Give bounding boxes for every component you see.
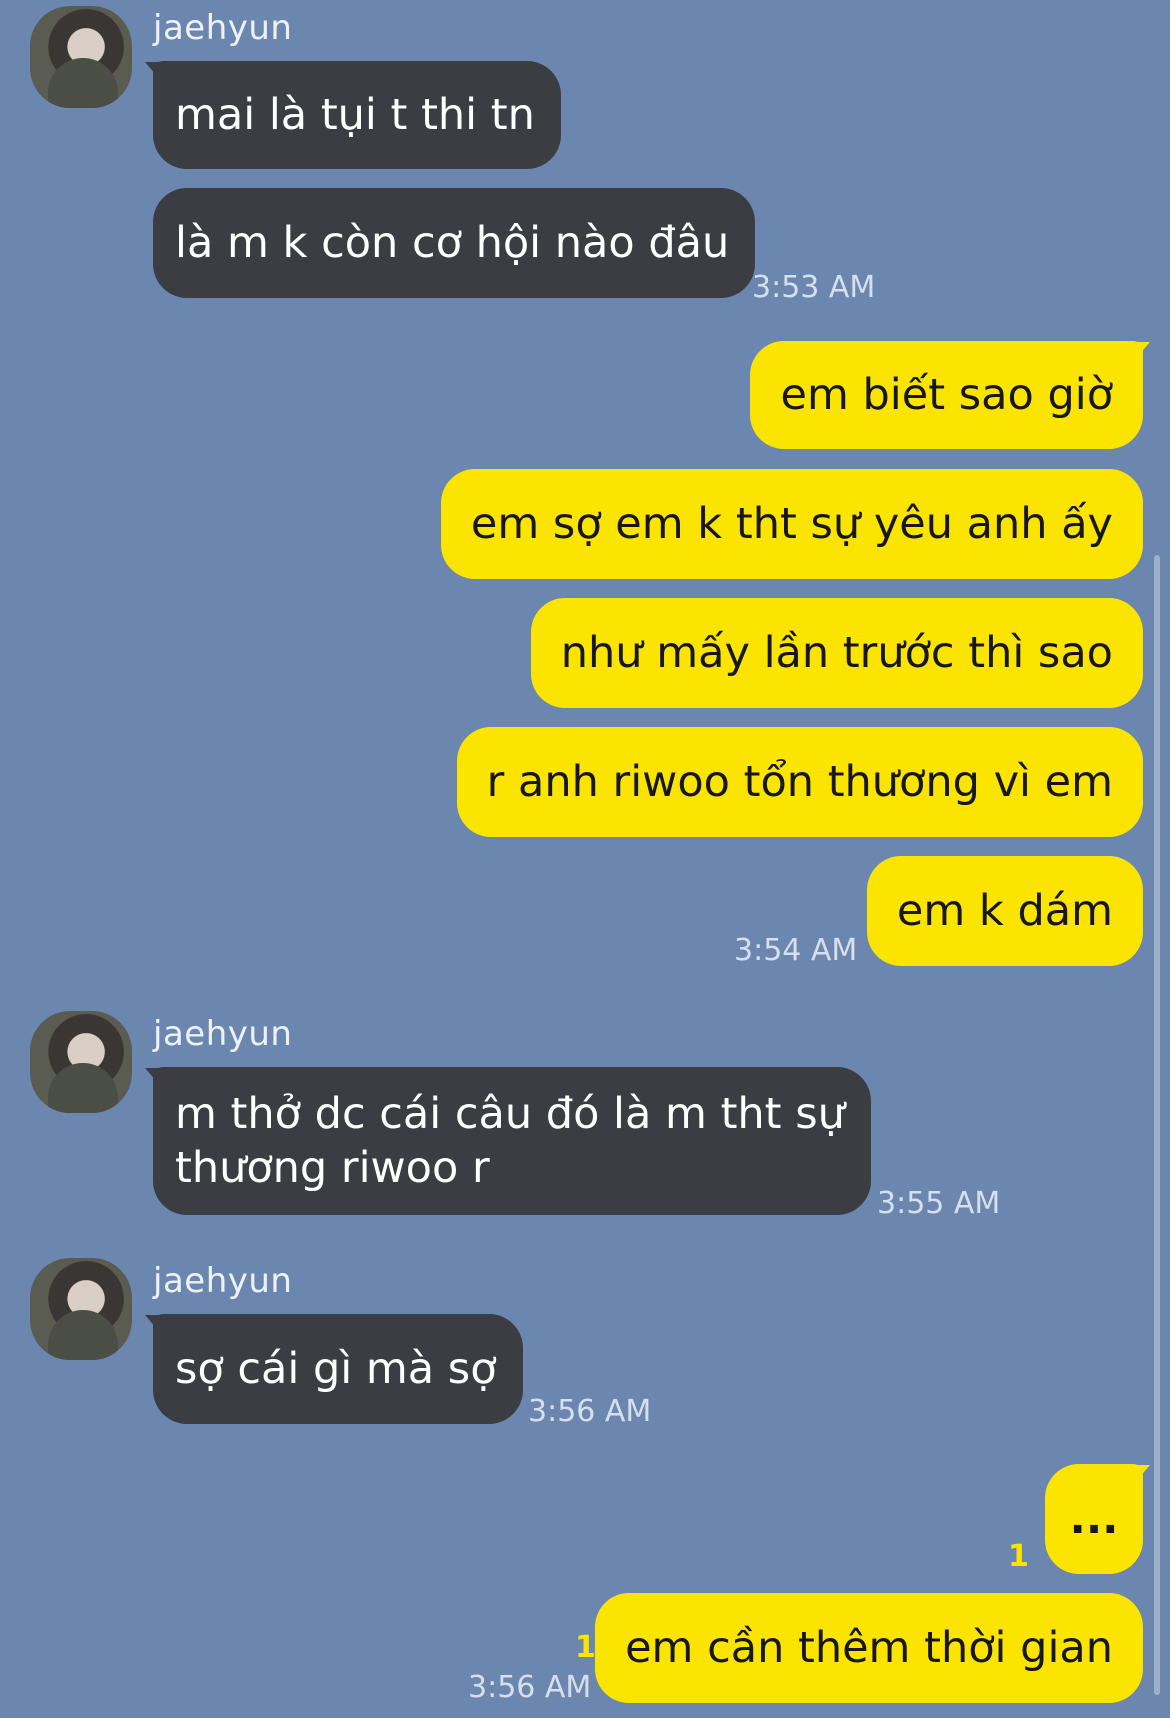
message-bubble-outgoing[interactable]: như mấy lần trước thì sao [530,598,1143,708]
sender-name: jaehyun [153,1261,293,1301]
message-text: mai là tụi t thi tn [175,90,535,140]
message-bubble-outgoing[interactable]: em cần thêm thời gian [595,1593,1143,1703]
message-text: r anh riwoo tổn thương vì em [486,757,1113,807]
sender-avatar[interactable] [30,6,132,108]
message-text-line: m thở dc cái câu đó là m tht sự [175,1089,845,1139]
message-bubble-incoming[interactable]: sợ cái gì mà sợ [153,1314,523,1424]
message-bubble-incoming[interactable]: mai là tụi t thi tn [153,61,561,169]
message-text-line: thương riwoo r [175,1143,490,1193]
message-time: 3:56 AM [528,1394,652,1429]
message-time: 3:54 AM [734,933,858,968]
message-text: em cần thêm thời gian [625,1623,1113,1673]
sender-name: jaehyun [153,1014,293,1054]
message-text: em k dám [896,886,1113,936]
message-time: 3:53 AM [752,270,876,305]
message-bubble-incoming[interactable]: là m k còn cơ hội nào đâu [153,188,756,298]
message-bubble-outgoing[interactable]: em biết sao giờ [750,341,1143,449]
message-text: em biết sao giờ [780,370,1113,420]
message-text: em sợ em k tht sự yêu anh ấy [470,499,1113,549]
unread-count: 1 [1008,1539,1029,1574]
unread-count: 1 [575,1630,596,1665]
message-text: ... [1069,1494,1119,1544]
message-bubble-outgoing[interactable]: r anh riwoo tổn thương vì em [456,727,1143,837]
message-bubble-outgoing[interactable]: em k dám [866,856,1143,966]
message-text: sợ cái gì mà sợ [175,1344,497,1394]
scrollbar[interactable] [1154,555,1160,1695]
message-time: 3:55 AM [877,1186,1001,1221]
sender-avatar[interactable] [30,1258,132,1360]
sender-avatar[interactable] [30,1011,132,1113]
message-text: như mấy lần trước thì sao [560,628,1113,678]
sender-name: jaehyun [153,8,293,48]
message-bubble-outgoing[interactable]: em sợ em k tht sự yêu anh ấy [440,469,1143,579]
message-bubble-incoming[interactable]: m thở dc cái câu đó là m tht sự thương r… [153,1067,871,1215]
message-bubble-outgoing[interactable]: ... [1045,1464,1143,1574]
message-time: 3:56 AM [468,1670,592,1705]
message-text: là m k còn cơ hội nào đâu [175,218,730,268]
